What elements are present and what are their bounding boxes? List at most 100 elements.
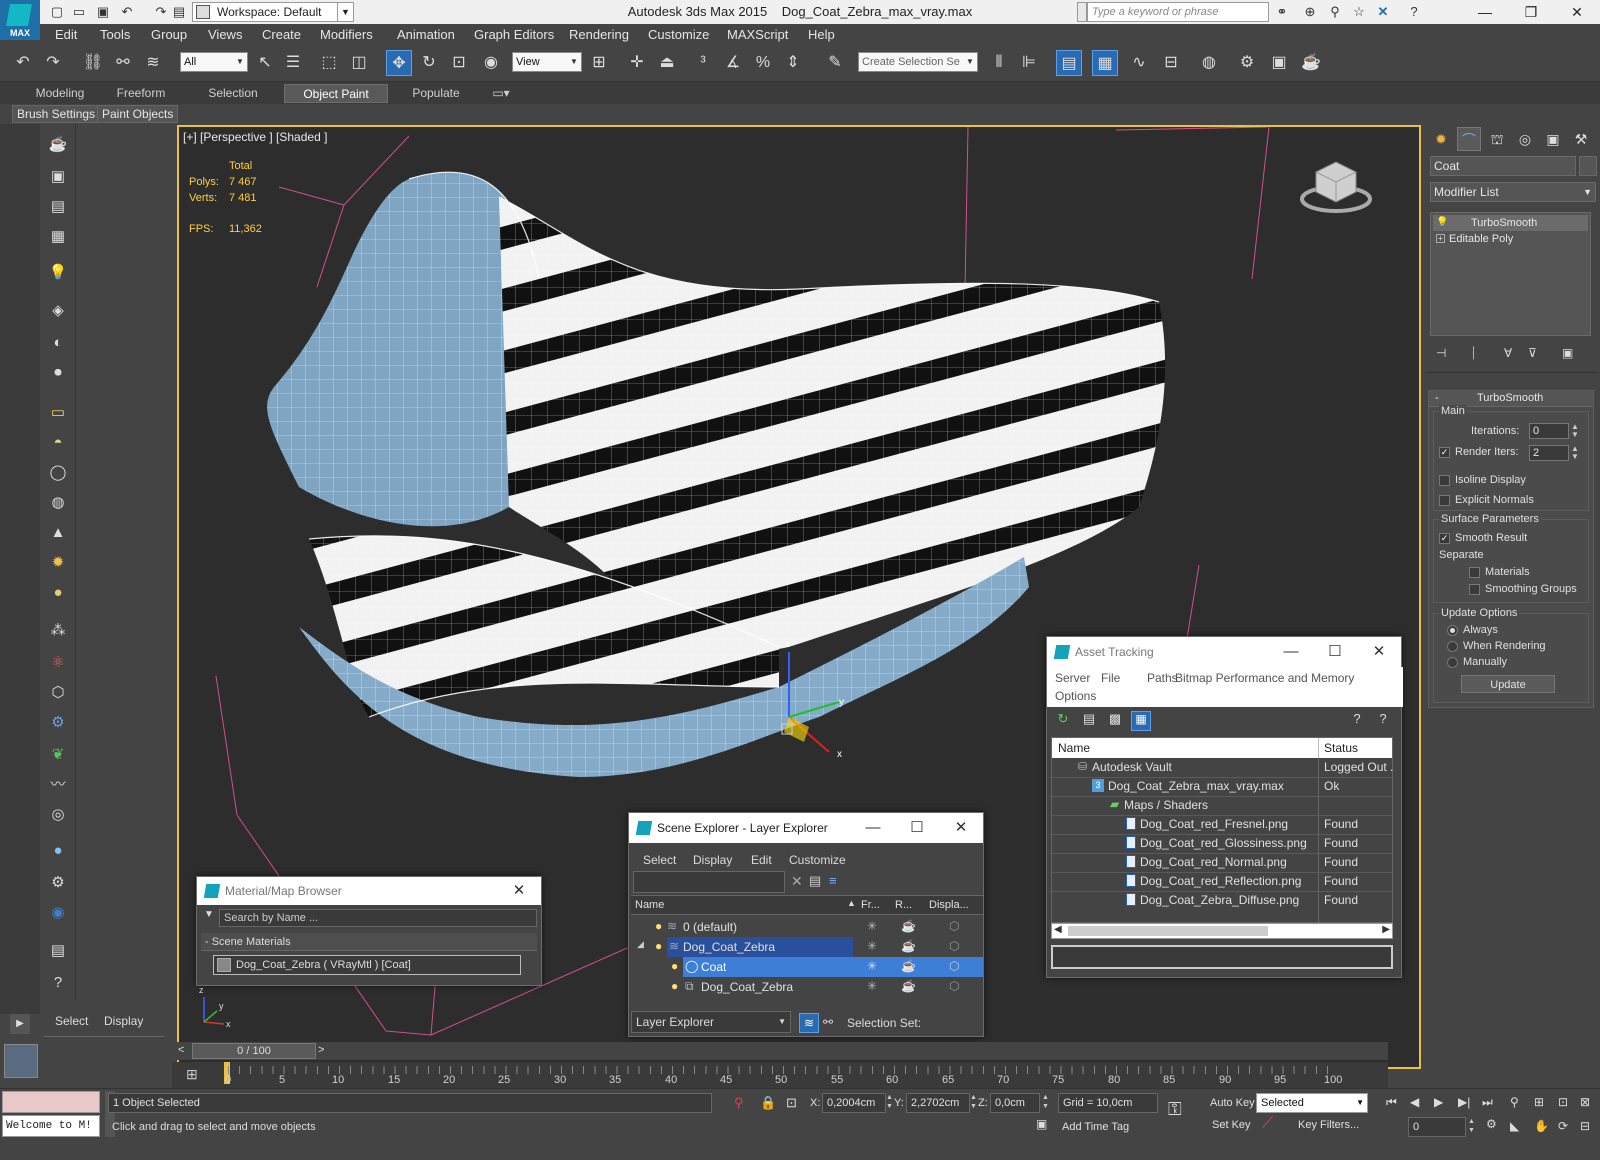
key-filters-button[interactable]: Key Filters...	[1298, 1119, 1359, 1131]
table-view-icon[interactable]: ▦	[1131, 711, 1151, 731]
spinner-snap-icon[interactable]: ⇕	[780, 50, 806, 76]
at-menu-paths[interactable]: Paths	[1147, 671, 1178, 685]
cone-icon[interactable]: ▲	[45, 520, 71, 546]
mini-viewport-icon[interactable]	[4, 1044, 38, 1078]
scene-explorer-titlebar[interactable]: Scene Explorer - Layer Explorer — ☐ ✕	[629, 813, 983, 843]
sphere-icon[interactable]: ◯	[45, 460, 71, 486]
explicit-normals-checkbox[interactable]	[1439, 495, 1450, 506]
stack-item-editable-poly[interactable]: + Editable Poly	[1433, 231, 1588, 247]
render-iters-checkbox[interactable]: ✓	[1439, 447, 1450, 458]
close-icon[interactable]: ✕	[1554, 0, 1600, 24]
remove-modifier-icon[interactable]: ⊽	[1528, 346, 1548, 362]
auto-key-button[interactable]: Auto Key	[1210, 1097, 1255, 1109]
zoom-all-icon[interactable]: ⊞	[1534, 1095, 1544, 1109]
se-menu-display[interactable]: Display	[693, 853, 732, 867]
help-icon[interactable]: ?	[1405, 3, 1423, 21]
tab-populate[interactable]: Populate	[396, 84, 476, 103]
hierarchy-tab-icon[interactable]: ⛫	[1485, 127, 1509, 151]
light-bulb-icon[interactable]: ●	[671, 979, 678, 993]
menu-maxscript[interactable]: MAXScript	[727, 27, 788, 42]
freeze-icon[interactable]: ✳	[867, 919, 877, 933]
maxscript-listener-top[interactable]	[2, 1091, 100, 1113]
asset-row[interactable]: ▰ Maps / Shaders	[1052, 796, 1392, 815]
maximize-icon[interactable]: ☐	[1313, 637, 1357, 667]
at-menu-bitmap[interactable]: Bitmap Performance and Memory	[1175, 671, 1354, 685]
isolate-pin-icon[interactable]: ⚲	[734, 1095, 744, 1111]
spinner-arrows-icon[interactable]: ▲ ▼	[1468, 1117, 1475, 1135]
scene-search-input[interactable]	[633, 871, 785, 893]
layer-row[interactable]: ◢ ● ≋ Dog_Coat_Zebra ✳ ☕ ⬡	[631, 937, 983, 957]
tab-object-paint[interactable]: Object Paint	[284, 84, 388, 103]
browser-options-icon[interactable]: ▼	[201, 909, 217, 925]
time-tag-icon[interactable]: ▣	[1036, 1117, 1047, 1131]
close-icon[interactable]: ✕	[497, 877, 541, 907]
unlink-icon[interactable]: ⚯	[110, 50, 136, 76]
time-slider-thumb[interactable]: 0 / 100	[192, 1043, 316, 1059]
help-icon[interactable]: ?	[45, 970, 71, 996]
freeze-icon[interactable]: ✳	[867, 939, 877, 953]
asset-row[interactable]: ⛁ Autodesk Vault Logged Out .	[1052, 758, 1393, 777]
y-coordinate-field[interactable]: 2,2702cm	[906, 1093, 970, 1113]
render-settings-icon[interactable]: ⚙	[45, 870, 71, 896]
pivot-center-icon[interactable]: ⊞	[586, 50, 612, 76]
light-bulb-icon[interactable]: ●	[671, 959, 678, 973]
prev-frame-icon[interactable]: <	[178, 1044, 184, 1056]
texture-icon[interactable]: ◎	[45, 802, 71, 828]
freeze-icon[interactable]: ✳	[867, 979, 877, 993]
viewport-label[interactable]: [+] [Perspective ] [Shaded ]	[183, 130, 327, 144]
utilities-tab-icon[interactable]: ⚒	[1569, 127, 1593, 151]
layer-tools-icon[interactable]: ≡	[829, 873, 837, 888]
minimize-icon[interactable]: —	[1462, 0, 1508, 24]
grass-icon[interactable]: ❦	[45, 742, 71, 768]
col-status[interactable]: Status	[1324, 739, 1358, 757]
spinner-arrows-icon[interactable]: ▲ ▼	[1042, 1093, 1049, 1111]
light-bulb-icon[interactable]: ●	[655, 919, 662, 933]
isoline-display-checkbox[interactable]	[1439, 475, 1450, 486]
select-and-rotate-icon[interactable]: ↻	[416, 50, 442, 76]
go-to-end-icon[interactable]: ⏭	[1482, 1095, 1493, 1110]
key-pen-icon[interactable]: ⟋	[1262, 1115, 1273, 1133]
curve-editor-mini-icon[interactable]: ⊞	[186, 1066, 198, 1083]
smooth-result-checkbox[interactable]: ✓	[1439, 533, 1450, 544]
table-icon[interactable]: ▦	[45, 224, 71, 250]
zoom-extents-all-icon[interactable]: ⊠	[1580, 1095, 1590, 1109]
edit-named-selection-icon[interactable]: ✎	[822, 50, 848, 76]
x-coordinate-field[interactable]: 0,2004cm	[822, 1093, 886, 1113]
particles-icon[interactable]: ⁂	[45, 618, 71, 644]
next-frame-icon[interactable]: >	[318, 1044, 324, 1056]
asset-path-field[interactable]	[1051, 945, 1393, 969]
se-menu-customize[interactable]: Customize	[789, 853, 846, 867]
brush-settings-button[interactable]: Brush Settings	[12, 105, 101, 123]
expand-plus-icon[interactable]: +	[1436, 234, 1445, 243]
search-expand-icon[interactable]	[1077, 2, 1087, 22]
reference-coordinate-dropdown[interactable]: View ▼	[512, 52, 582, 72]
select-by-name-icon[interactable]: ☰	[280, 50, 306, 76]
gear-icon[interactable]: ⚙	[45, 710, 71, 736]
link-icon[interactable]: ⛓	[80, 50, 106, 76]
menu-rendering[interactable]: Rendering	[569, 27, 629, 42]
render-teapot-icon[interactable]: ☕	[901, 939, 916, 953]
mirror-icon[interactable]: ⫴	[986, 50, 1012, 76]
manipulate-icon[interactable]: ✛	[624, 50, 650, 76]
refresh-icon[interactable]: ↻	[1053, 711, 1073, 731]
paint-objects-button[interactable]: Paint Objects	[97, 105, 179, 123]
menu-group[interactable]: Group	[151, 27, 187, 42]
scene-materials-group[interactable]: - Scene Materials	[201, 933, 537, 951]
menu-edit[interactable]: Edit	[55, 27, 77, 42]
hair-icon[interactable]: 〰	[45, 772, 71, 798]
tab-selection[interactable]: Selection	[196, 84, 270, 103]
col-name[interactable]: Name	[635, 896, 664, 914]
render-teapot-icon[interactable]: ☕	[1298, 50, 1324, 76]
plane-icon[interactable]: ▭	[45, 400, 71, 426]
teapot-icon[interactable]: ☕	[45, 132, 71, 158]
menu-help[interactable]: Help	[808, 27, 835, 42]
object-color-swatch[interactable]	[1579, 156, 1597, 176]
show-end-result-icon[interactable]: ⏐	[1470, 346, 1490, 362]
select-and-place-icon[interactable]: ◉	[478, 50, 504, 76]
zoom-icon[interactable]: ⚲	[1510, 1095, 1519, 1109]
object-row[interactable]: ● ◯ Coat ✳ ☕ ⬡	[631, 957, 983, 977]
render-teapot-icon[interactable]: ☕	[901, 979, 916, 993]
maximize-icon[interactable]: ☐	[895, 813, 939, 843]
menu-create[interactable]: Create	[262, 27, 301, 42]
image-icon[interactable]: ▣	[45, 164, 71, 190]
